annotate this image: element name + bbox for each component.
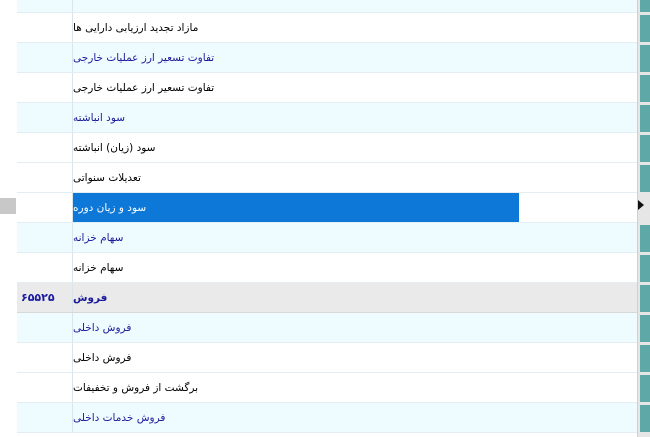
table-row[interactable]: تفاوت تسعیر ارز عملیات خارجی xyxy=(17,73,637,103)
amount-cell xyxy=(17,163,73,192)
account-title-cell: مازاد تجدید ارزیابی دارایی ها xyxy=(73,21,199,34)
amount-cell xyxy=(17,133,73,162)
scroll-thumb[interactable] xyxy=(0,198,16,214)
account-grid-viewport: مازاد تجدید ارزیابی دارایی ها تفاوت تسعی… xyxy=(0,0,650,437)
amount-cell xyxy=(17,103,73,132)
table-row[interactable]: فروش داخلی xyxy=(17,313,637,343)
accounts-grid: مازاد تجدید ارزیابی دارایی ها تفاوت تسعی… xyxy=(17,0,637,437)
account-code-cell xyxy=(519,13,637,42)
table-row[interactable]: تعدیلات سنواتی xyxy=(17,163,637,193)
table-row-partial[interactable] xyxy=(17,0,637,13)
row-marker[interactable] xyxy=(640,15,650,42)
account-title-cell: سود (زیان) انباشته xyxy=(73,141,156,154)
account-code-cell xyxy=(519,343,637,372)
horizontal-scroll-area[interactable] xyxy=(0,0,17,437)
table-row[interactable]: سهام خزانه xyxy=(17,253,637,283)
amount-cell xyxy=(17,313,73,342)
row-marker[interactable] xyxy=(640,45,650,72)
row-marker[interactable] xyxy=(640,285,650,312)
amount-cell xyxy=(17,43,73,72)
amount-cell xyxy=(17,193,73,222)
account-title-cell: تفاوت تسعیر ارز عملیات خارجی xyxy=(73,81,215,94)
table-row[interactable]: سود (زیان) انباشته xyxy=(17,133,637,163)
account-title-cell: فروش داخلی xyxy=(73,321,132,334)
account-code-cell xyxy=(519,0,637,12)
table-row[interactable]: مازاد تجدید ارزیابی دارایی ها xyxy=(17,13,637,43)
row-marker[interactable] xyxy=(640,405,650,432)
account-code-cell xyxy=(519,43,637,72)
account-title-cell: فروش xyxy=(73,291,108,304)
account-code-cell xyxy=(519,163,637,192)
account-title-cell: فروش داخلی xyxy=(73,351,132,364)
account-title-cell xyxy=(73,0,519,12)
amount-cell xyxy=(17,73,73,102)
account-code-cell xyxy=(519,373,637,402)
amount-cell xyxy=(17,223,73,252)
account-title-cell: سود انباشته xyxy=(73,111,126,124)
amount-cell xyxy=(17,0,73,12)
table-row-total[interactable]: ۶۵۵۲۵ فروش xyxy=(17,283,637,313)
amount-cell xyxy=(17,253,73,282)
account-title-cell: فروش خدمات داخلی xyxy=(73,411,166,424)
table-row[interactable]: تفاوت تسعیر ارز عملیات خارجی xyxy=(17,43,637,73)
amount-cell xyxy=(17,343,73,372)
amount-cell xyxy=(17,13,73,42)
table-row[interactable]: فروش داخلی xyxy=(17,343,637,373)
account-code-cell xyxy=(519,253,637,282)
account-code-cell xyxy=(519,103,637,132)
row-marker[interactable] xyxy=(640,75,650,102)
account-title-cell: سود و زیان دوره xyxy=(73,193,519,222)
table-row-selected[interactable]: سود و زیان دوره xyxy=(17,193,637,223)
row-marker[interactable] xyxy=(640,345,650,372)
row-marker[interactable] xyxy=(640,315,650,342)
current-row-arrow-icon xyxy=(638,200,644,210)
account-code-cell xyxy=(519,133,637,162)
amount-cell xyxy=(17,373,73,402)
row-marker[interactable] xyxy=(640,375,650,402)
row-indicator-bar[interactable] xyxy=(637,0,650,437)
account-title-cell: تعدیلات سنواتی xyxy=(73,171,141,184)
amount-cell: ۶۵۵۲۵ xyxy=(17,283,73,312)
row-marker[interactable] xyxy=(640,165,650,192)
amount-cell xyxy=(17,403,73,432)
account-code-cell xyxy=(519,313,637,342)
row-marker[interactable] xyxy=(640,105,650,132)
account-code-cell xyxy=(519,403,637,432)
row-marker[interactable] xyxy=(640,255,650,282)
account-code-cell xyxy=(519,193,637,222)
account-title-cell: سهام خزانه xyxy=(73,261,124,274)
table-row[interactable]: فروش خدمات داخلی xyxy=(17,403,637,433)
row-marker[interactable] xyxy=(640,0,650,12)
account-title-cell: تفاوت تسعیر ارز عملیات خارجی xyxy=(73,51,215,64)
account-title-cell: برگشت از فروش و تخفیفات xyxy=(73,381,199,394)
table-row[interactable]: برگشت از فروش و تخفیفات xyxy=(17,373,637,403)
row-marker[interactable] xyxy=(640,135,650,162)
account-code-cell xyxy=(519,73,637,102)
account-code-cell xyxy=(519,283,637,312)
table-row[interactable]: سهام خزانه xyxy=(17,223,637,253)
account-code-cell xyxy=(519,223,637,252)
table-row[interactable]: سود انباشته xyxy=(17,103,637,133)
account-title-cell: سهام خزانه xyxy=(73,231,124,244)
row-marker[interactable] xyxy=(640,225,650,252)
